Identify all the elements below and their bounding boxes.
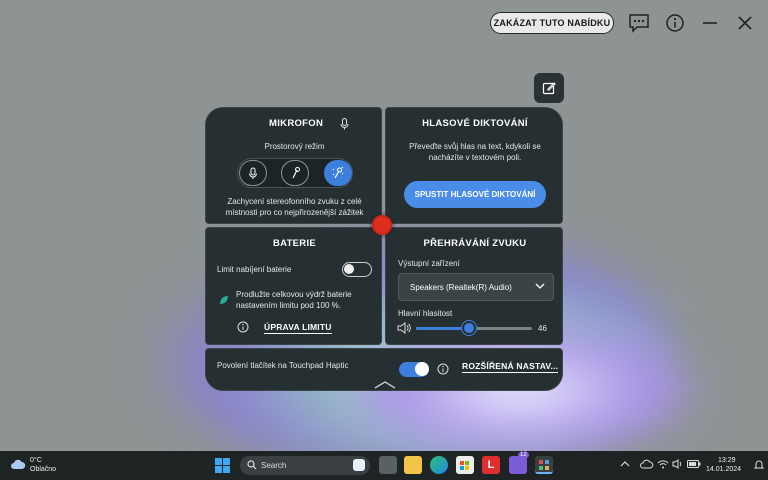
- close-icon[interactable]: [734, 12, 756, 34]
- microphone-title: MIKROFON: [269, 118, 324, 129]
- battery-info-icon[interactable]: [237, 321, 249, 333]
- dictation-description: Převeďte svůj hlas na text, kdykoli se n…: [409, 142, 541, 162]
- battery-card: BATERIE Limit nabíjení baterie Prodlužte…: [205, 227, 382, 345]
- microphone-card: MIKROFON Prostorový režim Zachycení ster…: [205, 107, 382, 224]
- audio-title: PŘEHRÁVÁNÍ ZVUKU: [423, 238, 527, 249]
- volume-slider[interactable]: [416, 321, 532, 335]
- edit-limit-link[interactable]: ÚPRAVA LIMITU: [264, 322, 332, 334]
- wifi-icon[interactable]: [657, 459, 669, 469]
- weather-temp: 0°C: [30, 457, 42, 464]
- dictation-card: HLASOVÉ DIKTOVÁNÍ Převeďte svůj hlas na …: [385, 107, 563, 224]
- advanced-settings-link[interactable]: ROZŠÍŘENÁ NASTAV...: [462, 361, 559, 373]
- notifications-icon[interactable]: [754, 459, 764, 471]
- clock-time: 13:29: [718, 457, 736, 464]
- battery-limit-toggle[interactable]: [342, 262, 372, 277]
- battery-description: Prodlužte celkovou výdrž baterie nastave…: [236, 290, 352, 310]
- volume-tray-icon[interactable]: [672, 459, 684, 469]
- feedback-icon[interactable]: [628, 12, 650, 34]
- mic-mode-focused[interactable]: [281, 160, 309, 186]
- microphone-icon: [340, 118, 349, 130]
- search-placeholder: Search: [261, 461, 287, 470]
- volume-label: Hlavní hlasitost: [398, 309, 453, 318]
- audio-card: PŘEHRÁVÁNÍ ZVUKU Výstupní zařízení Speak…: [385, 227, 563, 345]
- edit-icon: [542, 82, 556, 95]
- edit-layout-button[interactable]: [534, 73, 564, 103]
- microphone-mode-icon: [249, 167, 257, 179]
- mic-mode-spatial[interactable]: [324, 160, 352, 186]
- file-explorer-icon[interactable]: [404, 456, 422, 474]
- spatial-audio-icon: [332, 166, 344, 179]
- microphone-description: Zachycení stereofonního zvuku z celé mís…: [225, 197, 364, 217]
- messaging-app-icon[interactable]: [509, 456, 527, 474]
- dictation-title: HLASOVÉ DIKTOVÁNÍ: [422, 118, 528, 129]
- haptic-info-icon[interactable]: [437, 363, 449, 375]
- volume-value: 46: [538, 324, 547, 333]
- search-icon: [247, 460, 257, 470]
- volume-slider-thumb[interactable]: [462, 321, 477, 335]
- task-view-icon[interactable]: [379, 456, 397, 474]
- lenovo-app-icon[interactable]: L: [482, 456, 500, 474]
- haptic-toggle[interactable]: [399, 362, 429, 377]
- battery-tray-icon[interactable]: [687, 460, 701, 468]
- output-device-label: Výstupní zařízení: [398, 259, 460, 268]
- microphone-mode-label: Prostorový režim: [264, 142, 325, 151]
- chevron-down-icon: [535, 283, 545, 290]
- focused-voice-icon: [292, 167, 300, 179]
- taskbar: 0°C Oblačno Search L 12 13:29 14.01.2024: [0, 451, 768, 480]
- disable-menu-button[interactable]: ZAKÁZAT TUTO NABÍDKU: [490, 12, 614, 34]
- minimize-icon[interactable]: [699, 12, 721, 34]
- clock-date: 14.01.2024: [706, 466, 742, 473]
- speaker-icon[interactable]: [397, 322, 411, 334]
- battery-title: BATERIE: [272, 238, 317, 249]
- control-panel: MIKROFON Prostorový režim Zachycení ster…: [205, 107, 563, 391]
- output-device-value: Speakers (Realtek(R) Audio): [410, 282, 512, 292]
- start-icon[interactable]: [215, 458, 230, 473]
- start-dictation-button[interactable]: SPUSTIT HLASOVÉ DIKTOVÁNÍ: [404, 181, 546, 208]
- battery-limit-label: Limit nabíjení baterie: [217, 265, 292, 274]
- chevron-up-icon[interactable]: [620, 460, 630, 468]
- mic-mode-standard[interactable]: [239, 160, 267, 186]
- haptic-card: Povolení tlačítek na Touchpad Haptic ROZ…: [205, 348, 563, 391]
- volume-slider-fill: [416, 327, 470, 330]
- record-indicator[interactable]: [372, 215, 392, 235]
- weather-desc: Oblačno: [30, 466, 57, 473]
- output-device-select[interactable]: Speakers (Realtek(R) Audio): [398, 273, 554, 301]
- collapse-chevron-icon[interactable]: [374, 381, 396, 389]
- cloud-sync-icon[interactable]: [640, 459, 654, 469]
- haptic-label: Povolení tlačítek na Touchpad Haptic: [217, 361, 349, 370]
- notification-badge: 12: [518, 452, 529, 458]
- store-icon[interactable]: [456, 456, 474, 474]
- info-icon[interactable]: [664, 12, 686, 34]
- microphone-mode-selector: [237, 158, 353, 188]
- leaf-icon: [219, 295, 229, 305]
- edge-browser-icon[interactable]: [430, 456, 448, 474]
- active-app-icon[interactable]: [535, 456, 553, 474]
- weather-icon[interactable]: [10, 458, 26, 470]
- taskbar-search[interactable]: Search: [240, 456, 370, 475]
- bing-icon: [353, 459, 365, 471]
